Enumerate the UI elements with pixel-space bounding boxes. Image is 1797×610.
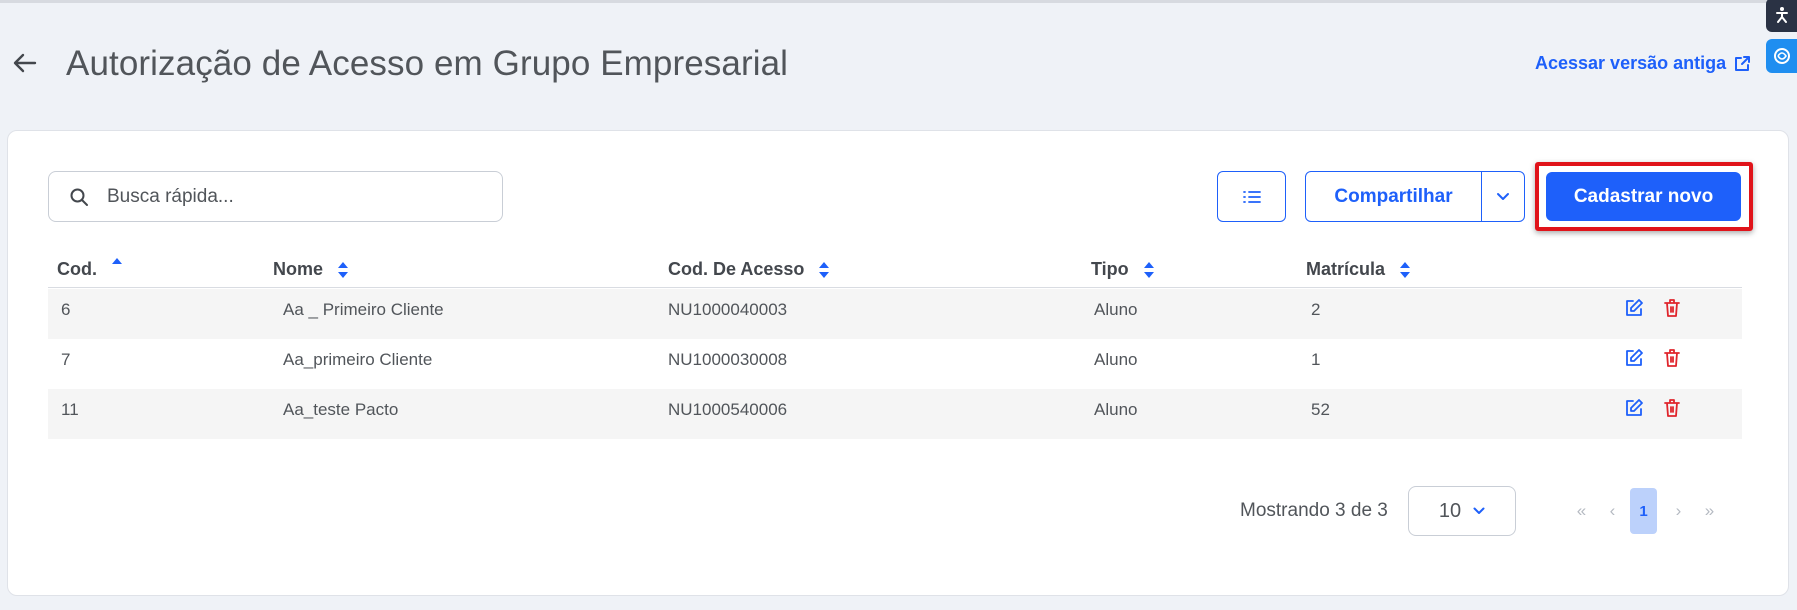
cell-nome: Aa _ Primeiro Cliente xyxy=(283,300,444,319)
cell-cod-acesso: NU1000040003 xyxy=(668,300,788,319)
column-label: Nome xyxy=(273,259,324,279)
old-version-link[interactable]: Acessar versão antiga xyxy=(1535,53,1751,74)
edit-button[interactable] xyxy=(1624,348,1644,368)
row-actions xyxy=(1624,298,1682,318)
search-input[interactable] xyxy=(107,185,467,208)
share-button-group: Compartilhar xyxy=(1305,171,1525,222)
trash-icon xyxy=(1664,299,1680,317)
cell-matricula: 1 xyxy=(1311,350,1321,369)
column-label: Matrícula xyxy=(1306,259,1386,279)
search-box[interactable] xyxy=(48,171,503,222)
cell-nome: Aa_primeiro Cliente xyxy=(283,350,433,369)
cell-cod: 7 xyxy=(61,350,71,369)
edit-button[interactable] xyxy=(1624,398,1644,418)
share-dropdown-toggle[interactable] xyxy=(1482,172,1524,221)
delete-button[interactable] xyxy=(1662,348,1682,368)
column-header-cod[interactable]: Cod. xyxy=(57,257,123,280)
trash-icon xyxy=(1664,399,1680,417)
page-size-value: 10 xyxy=(1438,499,1462,522)
delete-button[interactable] xyxy=(1662,398,1682,418)
edit-icon xyxy=(1626,299,1643,316)
column-label: Cod. De Acesso xyxy=(668,259,805,279)
delete-button[interactable] xyxy=(1662,298,1682,318)
table-row: 6 Aa _ Primeiro Cliente NU1000040003 Alu… xyxy=(48,289,1742,339)
table-header: Cod. Nome Cod. De Acesso Tipo Matrícula xyxy=(48,241,1742,288)
trash-icon xyxy=(1664,349,1680,367)
cell-tipo: Aluno xyxy=(1094,300,1138,319)
sort-icon xyxy=(819,261,830,278)
table-row: 7 Aa_primeiro Cliente NU1000030008 Aluno… xyxy=(48,339,1742,389)
column-header-tipo[interactable]: Tipo xyxy=(1091,259,1155,280)
cell-matricula: 2 xyxy=(1311,300,1321,319)
add-new-button[interactable]: Cadastrar novo xyxy=(1546,172,1741,221)
cell-matricula: 52 xyxy=(1311,400,1330,419)
cell-cod-acesso: NU1000540006 xyxy=(668,400,788,419)
assistant-icon xyxy=(1773,48,1790,64)
column-header-matricula[interactable]: Matrícula xyxy=(1306,259,1411,280)
page-size-select[interactable]: 10 xyxy=(1408,486,1516,536)
sort-icon xyxy=(338,261,349,278)
pagination: « ‹ 1 › » xyxy=(1566,488,1725,534)
accessibility-tab[interactable] xyxy=(1766,0,1797,32)
column-label: Cod. xyxy=(57,259,97,279)
search-icon xyxy=(70,188,88,206)
main-card: Compartilhar Cadastrar novo Cod. Nome Co… xyxy=(7,130,1789,596)
accessibility-icon xyxy=(1775,7,1788,23)
prev-page-button[interactable]: ‹ xyxy=(1597,501,1628,521)
current-page-button[interactable]: 1 xyxy=(1630,488,1657,534)
share-button[interactable]: Compartilhar xyxy=(1306,172,1482,221)
sort-icon xyxy=(1400,261,1411,278)
back-button[interactable] xyxy=(10,48,40,78)
sort-icon xyxy=(1143,261,1154,278)
cell-tipo: Aluno xyxy=(1094,350,1138,369)
top-border xyxy=(0,0,1797,3)
table-row: 11 Aa_teste Pacto NU1000540006 Aluno 52 xyxy=(48,389,1742,439)
old-version-label: Acessar versão antiga xyxy=(1535,53,1727,73)
assistant-tab[interactable] xyxy=(1766,39,1797,73)
list-icon xyxy=(1242,190,1261,203)
chevron-down-icon xyxy=(1473,507,1485,514)
cell-cod: 11 xyxy=(61,400,79,419)
cell-cod: 6 xyxy=(61,300,71,319)
edit-icon xyxy=(1626,399,1643,416)
sort-asc-icon xyxy=(112,257,122,264)
column-label: Tipo xyxy=(1091,259,1129,279)
showing-count: Mostrando 3 de 3 xyxy=(1240,500,1388,521)
external-link-icon xyxy=(1735,56,1751,71)
cell-cod-acesso: NU1000030008 xyxy=(668,350,788,369)
edit-icon xyxy=(1626,349,1643,366)
next-page-button[interactable]: › xyxy=(1663,501,1694,521)
column-header-nome[interactable]: Nome xyxy=(273,259,349,280)
edit-button[interactable] xyxy=(1624,298,1644,318)
first-page-button[interactable]: « xyxy=(1566,501,1597,521)
arrow-left-icon xyxy=(13,53,37,73)
row-actions xyxy=(1624,398,1682,418)
row-actions xyxy=(1624,348,1682,368)
cell-tipo: Aluno xyxy=(1094,400,1138,419)
column-list-button[interactable] xyxy=(1217,171,1286,222)
chevron-down-icon xyxy=(1497,193,1509,200)
last-page-button[interactable]: » xyxy=(1694,501,1725,521)
column-header-cod-acesso[interactable]: Cod. De Acesso xyxy=(668,259,830,280)
page-title: Autorização de Acesso em Grupo Empresari… xyxy=(66,44,789,83)
cell-nome: Aa_teste Pacto xyxy=(283,400,399,419)
